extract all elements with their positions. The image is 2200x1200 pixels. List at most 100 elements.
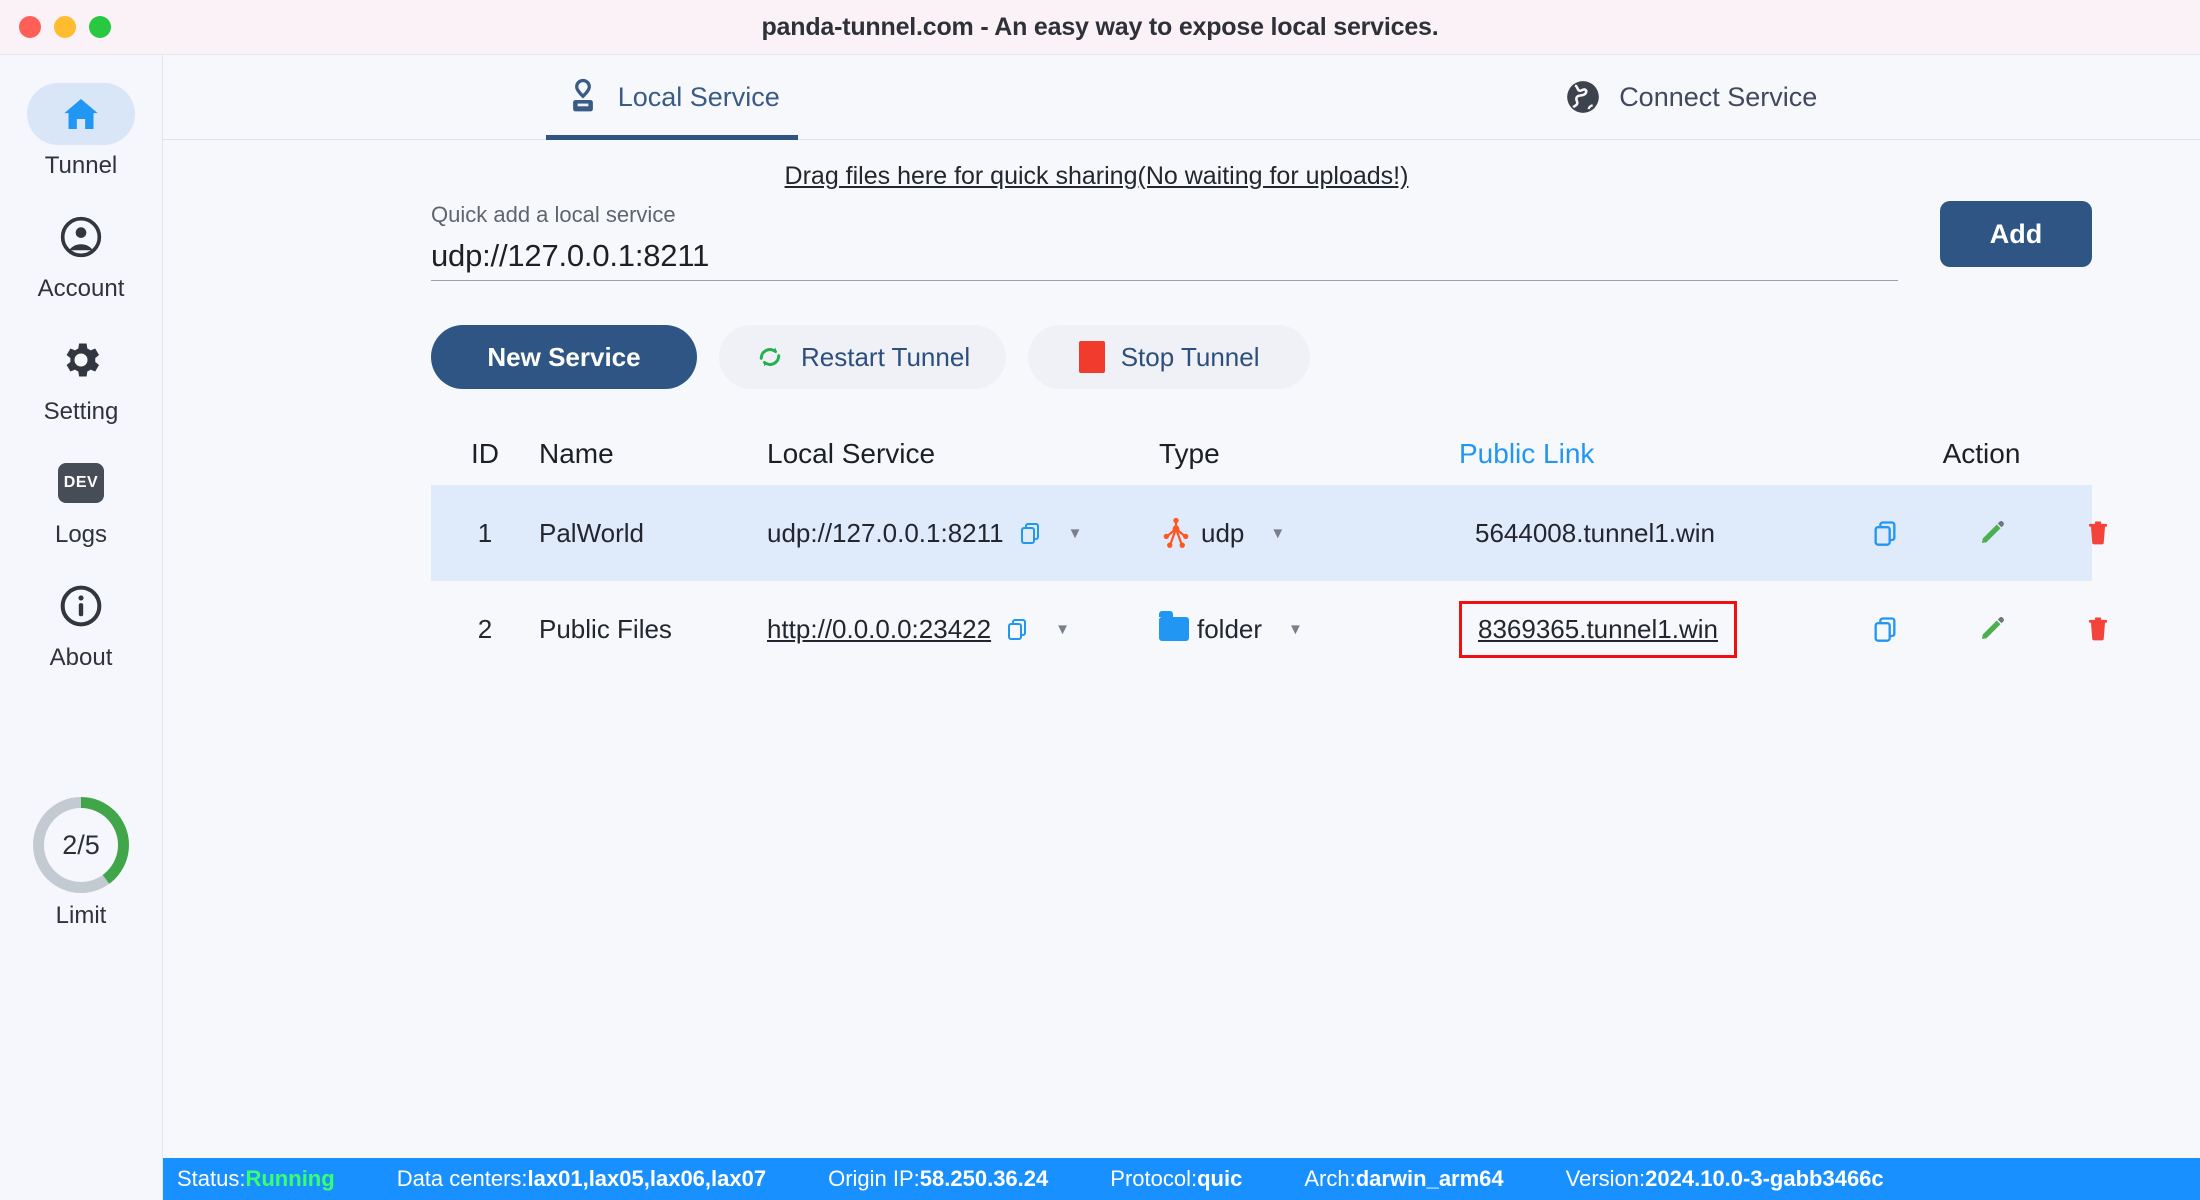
- stop-tunnel-button[interactable]: Stop Tunnel: [1028, 325, 1311, 389]
- dev-badge-icon: DEV: [58, 463, 104, 503]
- action-buttons: New Service Restart Tunnel Stop Tunnel: [431, 325, 2092, 389]
- body: Tunnel Account Setting DEV Logs About 2/…: [0, 55, 2200, 1200]
- protocol-value: quic: [1197, 1166, 1243, 1191]
- cell-public-link-highlight[interactable]: 8369365.tunnel1.win: [1459, 600, 1737, 658]
- sidebar-item-about[interactable]: About: [16, 575, 146, 672]
- cell-id: 1: [477, 517, 493, 548]
- tab-bar: Local Service Connect Service: [163, 55, 2200, 140]
- type-dropdown-caret[interactable]: ▼: [1270, 525, 1285, 542]
- status-value: Running: [245, 1166, 335, 1191]
- version-label: Version:: [1565, 1166, 1646, 1191]
- copy-icon[interactable]: [1871, 614, 1899, 644]
- column-header-type: Type: [1159, 438, 1220, 469]
- delete-icon[interactable]: [2085, 614, 2111, 644]
- cell-id: 2: [477, 613, 493, 644]
- new-service-label: New Service: [487, 341, 641, 372]
- column-header-local-service: Local Service: [767, 438, 936, 469]
- app-window: panda-tunnel.com - An easy way to expose…: [0, 0, 2200, 1200]
- type-dropdown-caret[interactable]: ▼: [1288, 621, 1303, 638]
- cell-local-service: udp://127.0.0.1:8211: [767, 517, 1004, 548]
- version-value: 2024.10.0-3-gabb3466c: [1645, 1166, 1884, 1191]
- new-service-button[interactable]: New Service: [431, 325, 697, 389]
- info-icon-wrap: [27, 575, 135, 637]
- status-label: Status:: [177, 1166, 246, 1191]
- sidebar-item-label: About: [49, 644, 113, 671]
- tab-connect-service[interactable]: Connect Service: [1182, 55, 2200, 139]
- tab-local-service[interactable]: Local Service: [163, 55, 1182, 139]
- stop-tunnel-label: Stop Tunnel: [1120, 341, 1260, 372]
- cell-type-label: udp: [1201, 517, 1245, 548]
- protocol-label: Protocol:: [1110, 1166, 1198, 1191]
- origin-ip-field: Origin IP: 58.250.36.24: [828, 1166, 1048, 1192]
- services-table: ID Name Local Service Type Public Link A…: [431, 423, 2108, 677]
- arch-value: darwin_arm64: [1355, 1166, 1504, 1191]
- cell-type-label: folder: [1197, 613, 1263, 644]
- status-field: Status: Running: [177, 1166, 335, 1192]
- copy-icon[interactable]: [1005, 616, 1029, 642]
- copy-icon[interactable]: [1018, 520, 1042, 546]
- copy-icon[interactable]: [1871, 518, 1899, 548]
- cell-public-link[interactable]: 8369365.tunnel1.win: [1478, 614, 1718, 645]
- home-icon-wrap: [27, 83, 135, 145]
- origin-ip-label: Origin IP:: [828, 1166, 920, 1191]
- data-centers-label: Data centers:: [396, 1166, 528, 1191]
- globe-icon: [1567, 81, 1600, 113]
- quick-add-caption: Quick add a local service: [431, 202, 676, 227]
- protocol-field: Protocol: quic: [1110, 1166, 1242, 1192]
- column-header-action: Action: [1942, 438, 2021, 469]
- account-icon: [60, 216, 102, 258]
- column-header-name: Name: [539, 438, 614, 469]
- stamp-icon: [572, 78, 593, 112]
- cell-public-link[interactable]: 5644008.tunnel1.win: [1475, 518, 1715, 549]
- sidebar-item-setting[interactable]: Setting: [16, 329, 146, 426]
- tab-label: Local Service: [617, 81, 780, 112]
- dev-badge-icon-wrap: DEV: [27, 452, 135, 514]
- limit-ring: 2/5: [33, 797, 129, 893]
- sidebar-item-label: Account: [37, 275, 125, 302]
- delete-icon[interactable]: [2085, 518, 2111, 548]
- table-header-row: ID Name Local Service Type Public Link A…: [431, 423, 2092, 485]
- cell-public-link-wrap[interactable]: 5644008.tunnel1.win: [1459, 508, 1731, 559]
- local-service-dropdown-caret[interactable]: ▼: [1055, 621, 1070, 638]
- tab-label: Connect Service: [1619, 81, 1818, 112]
- cell-local-service[interactable]: http://0.0.0.0:23422: [767, 614, 991, 645]
- sidebar-item-label: Setting: [43, 398, 119, 425]
- version-field: Version: 2024.10.0-3-gabb3466c: [1566, 1166, 1884, 1192]
- status-bar: Status: Running Data centers: lax01,lax05,…: [163, 1158, 2200, 1200]
- title-bar: panda-tunnel.com - An easy way to expose…: [0, 0, 2200, 55]
- account-icon-wrap: [27, 206, 135, 268]
- folder-icon: [1159, 611, 1189, 641]
- cell-name: PalWorld: [539, 517, 645, 548]
- table-row[interactable]: 1 PalWorld udp://127.0.0.1:8211 ▼ udp ▼ …: [431, 485, 2108, 581]
- add-button[interactable]: Add: [1940, 201, 2092, 267]
- sidebar-item-account[interactable]: Account: [16, 206, 146, 303]
- edit-icon[interactable]: [1977, 614, 2007, 644]
- sidebar-item-logs[interactable]: DEV Logs: [16, 452, 146, 549]
- arch-label: Arch:: [1304, 1166, 1356, 1191]
- drag-files-hint[interactable]: Drag files here for quick sharing(No wai…: [431, 162, 1762, 191]
- table-row[interactable]: 2 Public Files http://0.0.0.0:23422 ▼ fo…: [431, 581, 2108, 677]
- cell-name: Public Files: [539, 613, 672, 644]
- local-service-dropdown-caret[interactable]: ▼: [1068, 525, 1083, 542]
- column-header-public-link[interactable]: Public Link: [1459, 438, 1594, 470]
- info-icon: [60, 585, 102, 627]
- window-title: panda-tunnel.com - An easy way to expose…: [761, 12, 1439, 41]
- quick-add-row: Quick add a local service udp://127.0.0.…: [431, 201, 2092, 281]
- stop-icon: [1078, 341, 1105, 373]
- quick-add-field[interactable]: Quick add a local service udp://127.0.0.…: [431, 202, 1898, 281]
- arch-field: Arch: darwin_arm64: [1304, 1166, 1503, 1192]
- sidebar-item-label: Logs: [54, 521, 108, 548]
- gear-icon-wrap: [27, 329, 135, 391]
- origin-ip-value: 58.250.36.24: [919, 1166, 1049, 1191]
- home-icon: [64, 99, 98, 129]
- limit-indicator: 2/5 Limit: [0, 797, 162, 930]
- cell-type: folder: [1159, 611, 1263, 645]
- edit-icon[interactable]: [1977, 518, 2007, 548]
- limit-value: 2/5: [44, 808, 118, 882]
- quick-add-input[interactable]: udp://127.0.0.1:8211: [431, 238, 1898, 274]
- sidebar-item-tunnel[interactable]: Tunnel: [16, 83, 146, 180]
- gear-icon: [66, 343, 100, 377]
- restart-tunnel-button[interactable]: Restart Tunnel: [719, 325, 1007, 389]
- cell-type: udp: [1159, 516, 1244, 550]
- main-panel: Local Service Connect Service Drag files…: [163, 55, 2200, 1200]
